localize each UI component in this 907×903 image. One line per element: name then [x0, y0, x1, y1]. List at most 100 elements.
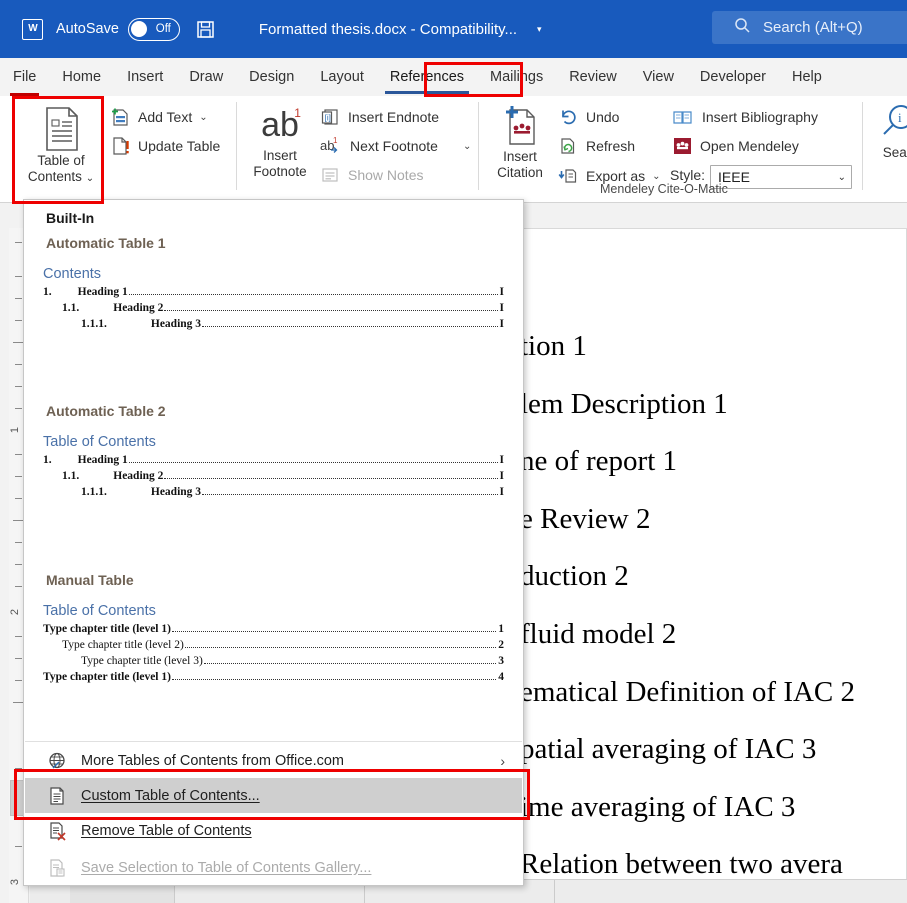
tab-developer[interactable]: Developer — [687, 58, 779, 96]
style-chevron-down-icon[interactable]: ⌄ — [838, 172, 846, 183]
preview-row-text: Heading 1 — [78, 284, 128, 300]
ribbon-separator-2 — [478, 102, 479, 190]
ribbon-search-label: Sear — [883, 145, 907, 161]
tab-references[interactable]: References — [377, 58, 477, 96]
add-text-icon — [110, 107, 130, 127]
chevron-down-icon[interactable]: ⌄ — [86, 173, 94, 184]
tab-mailings[interactable]: Mailings — [477, 58, 556, 96]
tab-file[interactable]: File — [0, 58, 49, 96]
ruler-tick — [15, 298, 22, 299]
tab-insert[interactable]: Insert — [114, 58, 176, 96]
menu-item-more-tables-office[interactable]: More Tables of Contents from Office.com … — [25, 743, 522, 778]
table-of-contents-button[interactable]: Table of Contents ⌄ — [22, 103, 100, 187]
tab-review[interactable]: Review — [556, 58, 630, 96]
table-of-contents-icon — [39, 105, 83, 153]
gallery-item-manual-table[interactable]: Manual Table Table of Contents Type chap… — [24, 572, 523, 691]
insert-endnote-label: Insert Endnote — [348, 109, 439, 125]
insert-endnote-icon: [i] — [320, 107, 340, 127]
preview-row-text: Heading 3 — [151, 316, 201, 332]
svg-text:1: 1 — [333, 136, 338, 145]
style-label: Style: — [670, 167, 705, 183]
insert-endnote-button[interactable]: [i] Insert Endnote — [320, 107, 439, 127]
tab-view[interactable]: View — [630, 58, 687, 96]
footnote-glyph: ab — [261, 106, 299, 145]
add-text-label: Add Text — [138, 109, 192, 125]
ruler-tick — [15, 658, 22, 659]
menu-item-save-selection-gallery: Save Selection to Table of Contents Gall… — [25, 850, 522, 885]
autosave-toggle[interactable]: Off — [128, 18, 180, 41]
preview-row-page: 2 — [497, 637, 504, 653]
next-footnote-button[interactable]: ab 1 Next Footnote ⌄ — [320, 136, 471, 156]
menu-item-remove-table-of-contents[interactable]: Remove Table of Contents — [25, 813, 522, 848]
update-table-icon — [110, 136, 130, 156]
search-box[interactable]: Search (Alt+Q) — [712, 11, 907, 44]
ruler-tick — [15, 320, 22, 321]
toc-button-label-line1: Table of — [37, 153, 84, 169]
ruler-tick — [15, 564, 22, 565]
leader-dots — [204, 663, 496, 664]
ruler-tick — [15, 276, 22, 277]
ruler-tick — [15, 680, 22, 681]
next-footnote-label: Next Footnote — [350, 138, 438, 154]
open-mendeley-label: Open Mendeley — [700, 138, 799, 154]
next-footnote-chevron-down-icon[interactable]: ⌄ — [463, 141, 471, 152]
leader-dots — [172, 679, 496, 680]
tab-help-label: Help — [779, 69, 835, 85]
mendeley-group-label: Mendeley Cite-O-Matic — [600, 182, 728, 196]
save-icon[interactable] — [196, 20, 215, 39]
autosave-toggle-knob — [131, 21, 147, 37]
menu-item-custom-table-of-contents[interactable]: Custom Table of Contents... — [25, 778, 522, 813]
tab-references-label: References — [377, 69, 477, 85]
preview-row-page: I — [499, 316, 504, 332]
word-application-window: W AutoSave Off Formatted thesis.docx - C… — [0, 0, 907, 903]
doc-toc-line: lem Description 1 — [520, 376, 907, 434]
insert-citation-button[interactable]: Insert Citation — [490, 103, 550, 181]
mendeley-refresh-button[interactable]: Refresh — [558, 136, 635, 156]
tab-file-label: File — [0, 69, 49, 85]
word-logo-icon: W — [22, 19, 43, 40]
preview-row-text: Type chapter title (level 1) — [43, 621, 171, 637]
title-dropdown-caret-icon[interactable]: ▾ — [537, 24, 542, 35]
preview-row-page: I — [499, 468, 504, 484]
save-selection-icon — [45, 858, 69, 878]
search-icon — [734, 17, 751, 39]
gallery-item-title: Automatic Table 2 — [46, 403, 523, 419]
preview-row-page: 3 — [497, 653, 504, 669]
insert-citation-label-line1: Insert — [503, 149, 537, 165]
tab-home[interactable]: Home — [49, 58, 114, 96]
leader-dots — [202, 494, 497, 495]
ruler-tick — [15, 476, 22, 477]
export-as-chevron-down-icon[interactable]: ⌄ — [652, 171, 660, 182]
tab-draw[interactable]: Draw — [176, 58, 236, 96]
doc-toc-line: patial averaging of IAC 3 — [520, 721, 907, 779]
leader-dots — [164, 478, 497, 479]
ruler-tick — [15, 408, 22, 409]
ribbon-references: Table of Contents ⌄ Add Text ⌄ — [0, 96, 907, 203]
insert-footnote-button[interactable]: ab 1 Insert Footnote — [250, 103, 310, 180]
chevron-right-icon[interactable]: › — [500, 753, 505, 769]
tab-design[interactable]: Design — [236, 58, 307, 96]
gallery-item-automatic-table-1[interactable]: Automatic Table 1 Contents 1. Heading 1 … — [24, 235, 523, 338]
preview-row-text: Heading 3 — [151, 484, 201, 500]
citation-style-select[interactable]: IEEE ⌄ — [710, 165, 852, 189]
preview-row-page: I — [499, 452, 504, 468]
preview-row-page: 4 — [497, 669, 504, 685]
ruler-tick — [15, 242, 22, 243]
tab-help[interactable]: Help — [779, 58, 835, 96]
add-text-chevron-down-icon[interactable]: ⌄ — [199, 112, 207, 123]
table-of-contents-dropdown[interactable]: Built-In Automatic Table 1 Contents 1. H… — [23, 199, 524, 886]
svg-text:i: i — [898, 110, 902, 125]
doc-toc-line: duction 2 — [520, 548, 907, 606]
update-table-button[interactable]: Update Table — [110, 136, 220, 156]
gallery-item-automatic-table-2[interactable]: Automatic Table 2 Table of Contents 1. H… — [24, 403, 523, 506]
add-text-button[interactable]: Add Text ⌄ — [110, 107, 208, 127]
open-mendeley-button[interactable]: Open Mendeley — [672, 137, 799, 155]
preview-row-text: Type chapter title (level 3) — [81, 653, 203, 669]
tab-layout[interactable]: Layout — [307, 58, 377, 96]
leader-dots — [164, 310, 497, 311]
doc-toc-line: ematical Definition of IAC 2 — [520, 664, 907, 722]
mendeley-undo-button[interactable]: Undo — [558, 107, 619, 127]
insert-bibliography-button[interactable]: Insert Bibliography — [672, 107, 818, 127]
ribbon-search-button[interactable]: i Sear — [872, 103, 907, 161]
tab-insert-label: Insert — [114, 69, 176, 85]
